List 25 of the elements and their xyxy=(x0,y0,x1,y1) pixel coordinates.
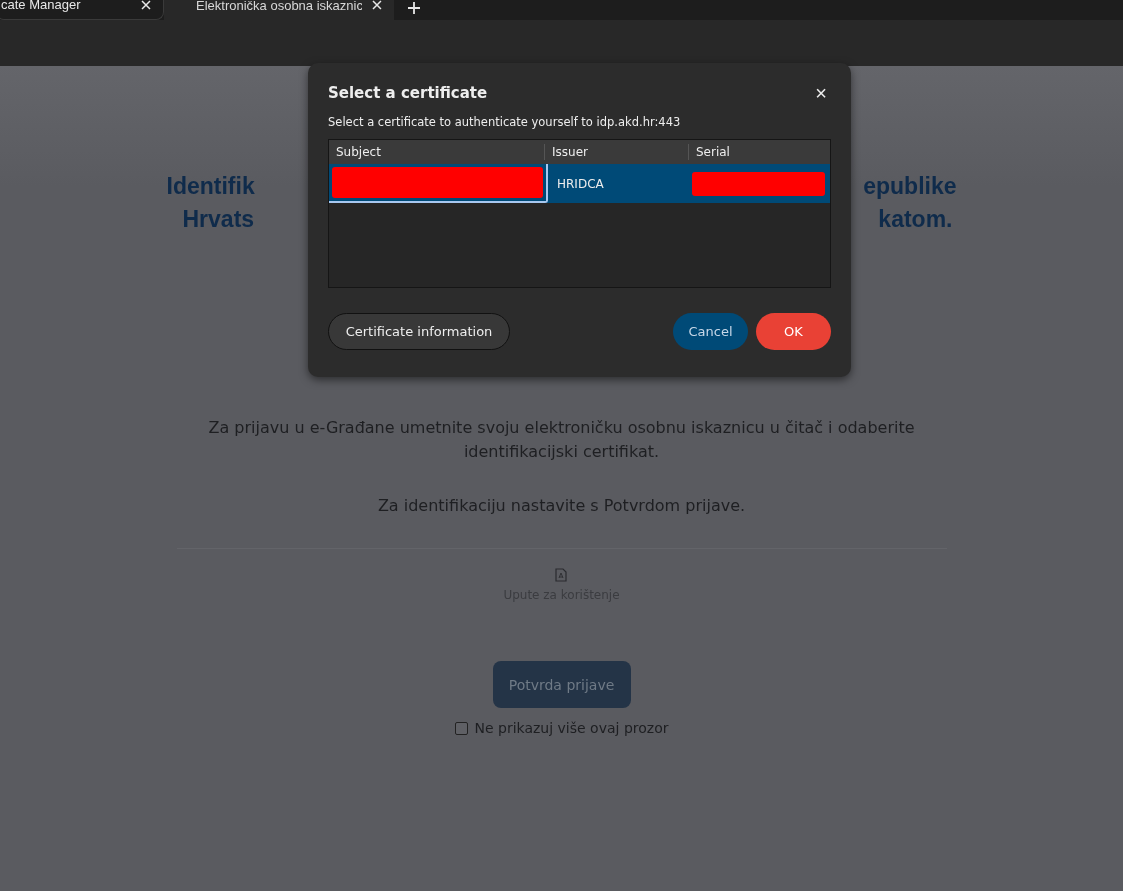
heading-fragment: epublike xyxy=(863,172,957,201)
close-icon[interactable] xyxy=(372,0,382,10)
certificate-info-button[interactable]: Certificate information xyxy=(328,313,510,350)
column-header[interactable]: Subject xyxy=(329,144,545,160)
close-button[interactable]: × xyxy=(811,83,831,103)
pdf-file-icon xyxy=(555,568,568,582)
column-header[interactable]: Issuer xyxy=(545,144,689,160)
instructions-text: Za prijavu u e-Građane umetnite svoju elektroničku osobnu iskaznicu u čitač i odaberite identifikacijski certifikat. xyxy=(207,417,916,463)
browser-tab[interactable]: Elektronička osobna iskaznic xyxy=(164,0,394,20)
continue-note: Za identifikaciju nastavite s Potvrdom prijave. xyxy=(377,496,746,515)
checkbox[interactable] xyxy=(454,721,468,735)
heading-fragment: katom. xyxy=(878,205,953,234)
cancel-button[interactable]: Cancel xyxy=(673,313,748,350)
dialog-title: Select a certificate xyxy=(328,84,488,102)
ok-button[interactable]: OK xyxy=(756,313,831,350)
close-icon[interactable] xyxy=(141,0,151,10)
heading-fragment: Identifik xyxy=(166,172,255,201)
table-cell: HRIDCA xyxy=(557,176,604,191)
column-header[interactable]: Serial xyxy=(689,144,830,160)
certificate-row[interactable]: HRIDCA xyxy=(329,164,830,203)
heading-fragment: Hrvats xyxy=(182,205,255,234)
dialog-message: Select a certificate to authenticate yourself to idp.akd.hr:443 xyxy=(328,115,682,129)
new-tab-icon[interactable] xyxy=(408,2,420,14)
checkbox-label: Ne prikazuj više ovaj prozor xyxy=(474,720,669,736)
browser-tab[interactable]: cate Manager xyxy=(0,0,164,20)
